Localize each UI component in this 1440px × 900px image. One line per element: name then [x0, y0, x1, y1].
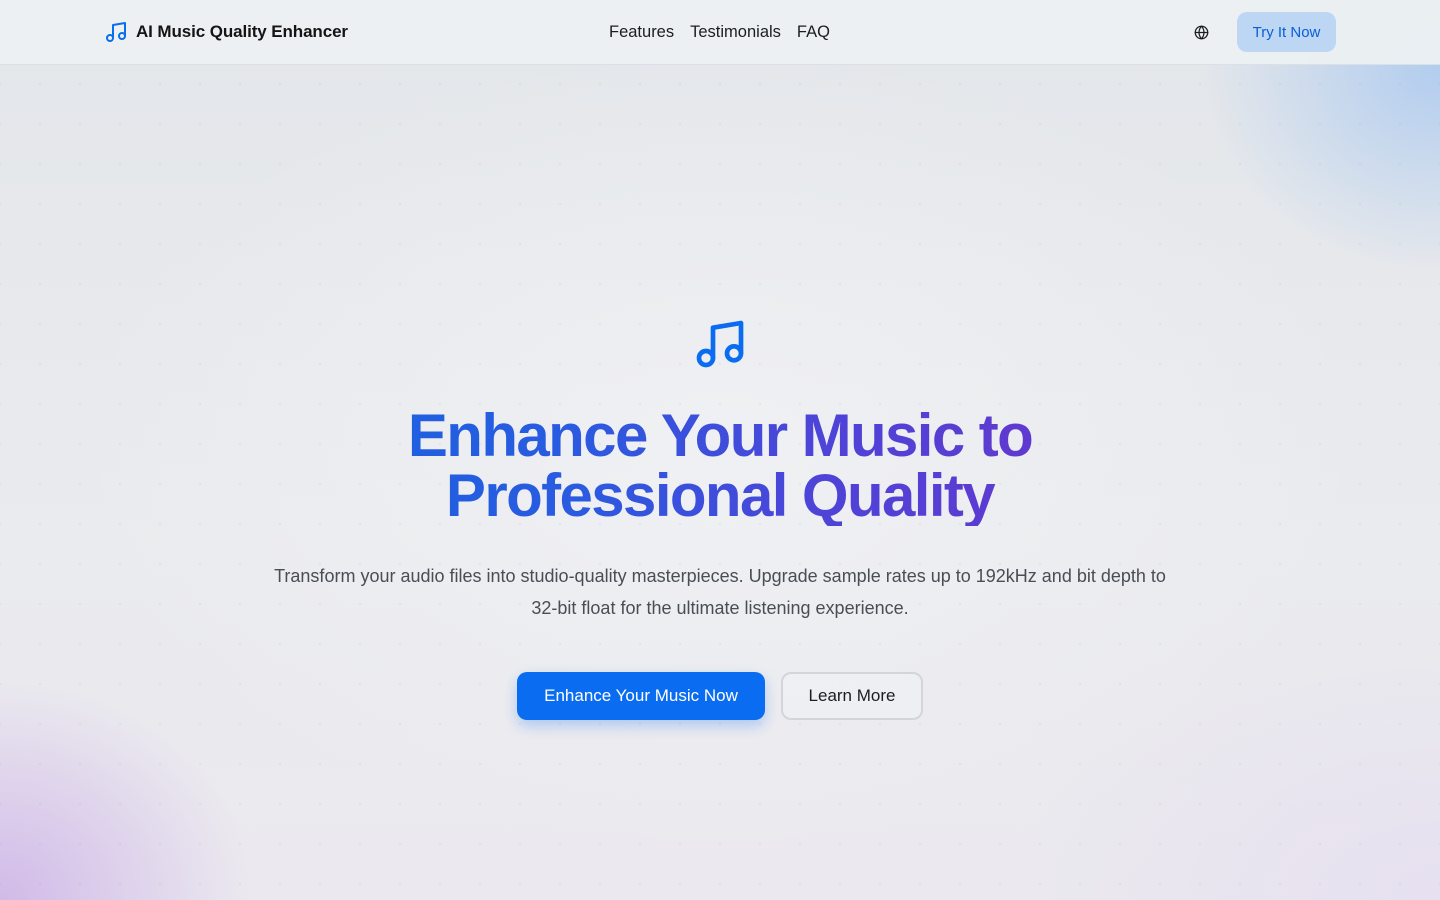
learn-more-button[interactable]: Learn More	[781, 672, 923, 720]
nav-link-faq[interactable]: FAQ	[789, 23, 838, 42]
nav-link-testimonials[interactable]: Testimonials	[682, 23, 789, 42]
try-it-now-button[interactable]: Try It Now	[1237, 12, 1336, 52]
hero-subtitle: Transform your audio files into studio-q…	[274, 566, 1166, 618]
hero-title-line-1: Enhance Your Music to	[407, 402, 1033, 469]
brand-logo-link[interactable]: AI Music Quality Enhancer	[104, 20, 348, 44]
music-note-icon	[696, 320, 744, 368]
enhance-music-button[interactable]: Enhance Your Music Now	[517, 672, 765, 720]
top-navbar: AI Music Quality Enhancer Features Testi…	[0, 0, 1440, 65]
language-button[interactable]	[1189, 20, 1213, 44]
hero-title-line-2: Professional Quality	[445, 462, 995, 529]
globe-icon	[1194, 25, 1208, 39]
brand-name: AI Music Quality Enhancer	[136, 22, 348, 41]
hero-title: Enhance Your Music to Professional Quali…	[220, 406, 1220, 526]
music-note-icon	[106, 22, 126, 42]
nav-link-features[interactable]: Features	[601, 23, 682, 42]
main-nav: Features Testimonials FAQ	[601, 20, 838, 44]
